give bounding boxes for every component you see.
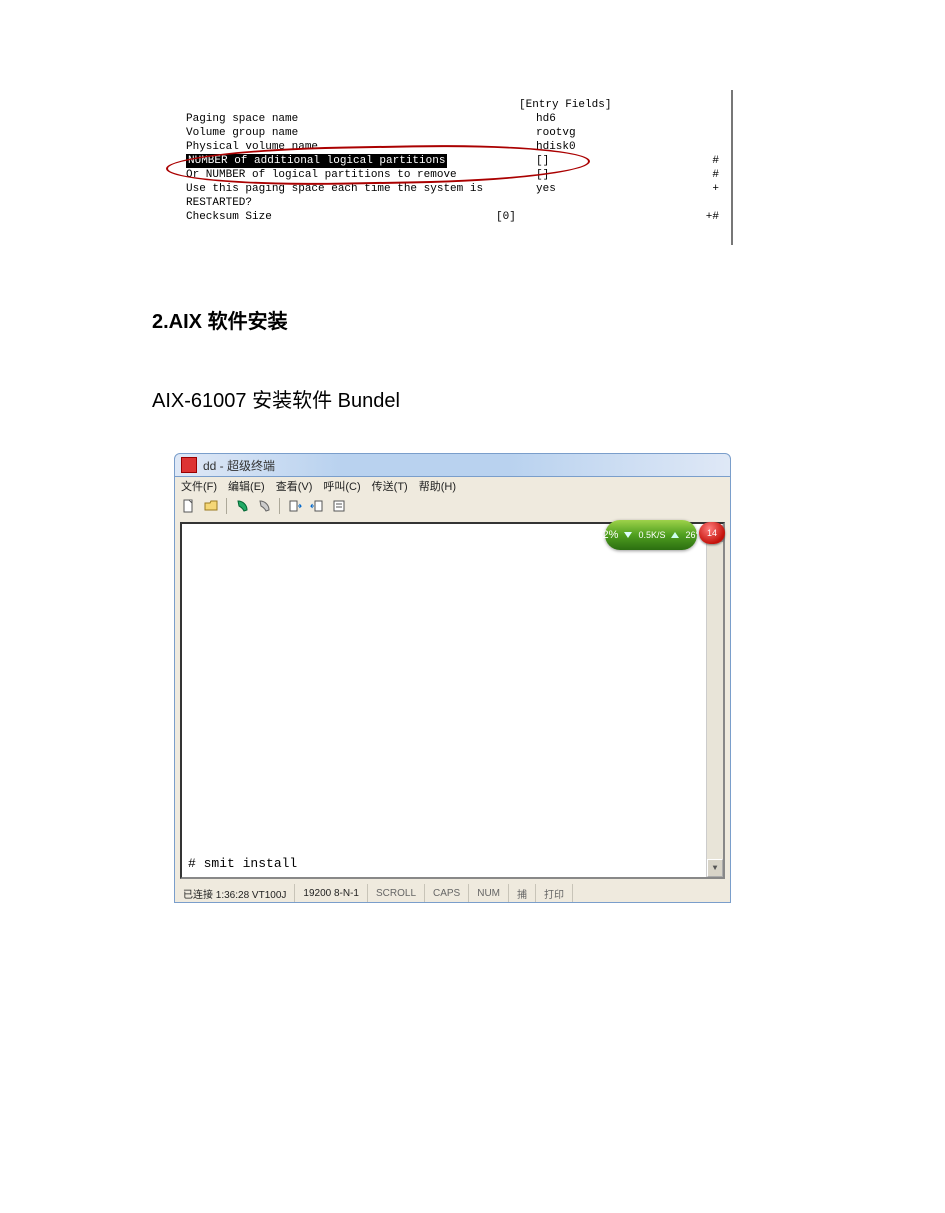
open-button[interactable]	[201, 496, 221, 516]
value: [0]	[496, 210, 516, 224]
window-titlebar[interactable]: dd - 超级终端	[174, 453, 731, 477]
row-use-on-restart: Use this paging space each time the syst…	[186, 182, 721, 196]
row-checksum-size: Checksum Size [0] +#	[186, 210, 721, 224]
widget-speed: 0.5K/S	[638, 530, 665, 540]
scroll-down-button[interactable]: ▼	[707, 859, 723, 877]
widget-badge[interactable]: 14	[699, 522, 725, 544]
flag: +	[712, 182, 719, 196]
menu-edit[interactable]: 编辑(E)	[228, 478, 265, 494]
row-additional-partitions: NUMBER of additional logical partitions …	[186, 154, 721, 168]
label-highlighted: NUMBER of additional logical partitions	[186, 154, 447, 168]
document-icon	[182, 499, 196, 513]
window-title: dd - 超级终端	[203, 457, 275, 474]
value: []	[536, 168, 549, 182]
status-params: 19200 8-N-1	[295, 884, 368, 902]
row-restarted: RESTARTED?	[186, 196, 721, 210]
terminal-scrollbar[interactable]: ▲ ▼	[706, 524, 723, 877]
status-connection: 已连接 1:36:28 VT100J	[175, 884, 295, 902]
status-num: NUM	[469, 884, 509, 902]
label: Volume group name	[186, 126, 298, 140]
send-file-icon	[288, 499, 302, 513]
flag: #	[712, 168, 719, 182]
row-volume-group: Volume group name rootvg	[186, 126, 721, 140]
menu-help[interactable]: 帮助(H)	[419, 478, 456, 494]
label: Use this paging space each time the syst…	[186, 182, 483, 196]
phone-connect-icon	[235, 499, 249, 513]
flag: +#	[706, 210, 719, 224]
menu-file[interactable]: 文件(F)	[181, 478, 217, 494]
widget-percent: 32%	[596, 529, 618, 541]
properties-icon	[332, 499, 346, 513]
toolbar-separator	[226, 498, 227, 514]
value: rootvg	[536, 126, 576, 140]
properties-button[interactable]	[329, 496, 349, 516]
status-caps: CAPS	[425, 884, 469, 902]
app-icon	[181, 457, 197, 473]
statusbar: 已连接 1:36:28 VT100J 19200 8-N-1 SCROLL CA…	[174, 884, 731, 903]
row-paging-space: Paging space name hd6	[186, 112, 721, 126]
entry-fields-header: [Entry Fields]	[519, 98, 611, 112]
status-print: 打印	[536, 884, 573, 902]
label: Physical volume name	[186, 140, 318, 154]
floating-widget[interactable]: 32% 0.5K/S 26°C 14	[605, 518, 725, 553]
toolbar	[174, 495, 731, 518]
arrow-up-icon	[671, 532, 679, 538]
widget-pill[interactable]: 32% 0.5K/S 26°C	[605, 520, 697, 550]
menu-call[interactable]: 呼叫(C)	[323, 478, 360, 494]
section-subtext: AIX-61007 安装软件 Bundel	[152, 384, 945, 413]
terminal-frame: # smit install ▲ ▼	[174, 517, 731, 885]
row-physical-volume: Physical volume name hdisk0	[186, 140, 721, 154]
status-scroll: SCROLL	[368, 884, 425, 902]
receive-file-icon	[310, 499, 324, 513]
new-button[interactable]	[179, 496, 199, 516]
aix-paging-form-screenshot: [Entry Fields] Paging space name hd6 Vol…	[174, 90, 733, 245]
menubar: 文件(F) 编辑(E) 查看(V) 呼叫(C) 传送(T) 帮助(H)	[174, 477, 731, 495]
terminal-command-line: # smit install	[188, 856, 297, 871]
receive-button[interactable]	[307, 496, 327, 516]
hyperterminal-screenshot: dd - 超级终端 文件(F) 编辑(E) 查看(V) 呼叫(C) 传送(T) …	[174, 453, 731, 903]
menu-view[interactable]: 查看(V)	[276, 478, 313, 494]
label: Paging space name	[186, 112, 298, 126]
connect-button[interactable]	[232, 496, 252, 516]
row-remove-partitions: Or NUMBER of logical partitions to remov…	[186, 168, 721, 182]
label: Checksum Size	[186, 210, 272, 224]
section-heading: 2.AIX 软件安装	[152, 305, 945, 334]
value: hdisk0	[536, 140, 576, 154]
arrow-down-icon	[624, 532, 632, 538]
label: Or NUMBER of logical partitions to remov…	[186, 168, 457, 182]
toolbar-separator	[279, 498, 280, 514]
disconnect-button[interactable]	[254, 496, 274, 516]
flag: #	[712, 154, 719, 168]
folder-open-icon	[204, 499, 218, 513]
terminal-viewport[interactable]: # smit install ▲ ▼	[180, 522, 725, 879]
status-capture: 捕	[509, 884, 536, 902]
label: RESTARTED?	[186, 196, 252, 210]
value: yes	[536, 182, 556, 196]
value: hd6	[536, 112, 556, 126]
phone-disconnect-icon	[257, 499, 271, 513]
menu-transfer[interactable]: 传送(T)	[372, 478, 408, 494]
value: []	[536, 154, 549, 168]
send-button[interactable]	[285, 496, 305, 516]
